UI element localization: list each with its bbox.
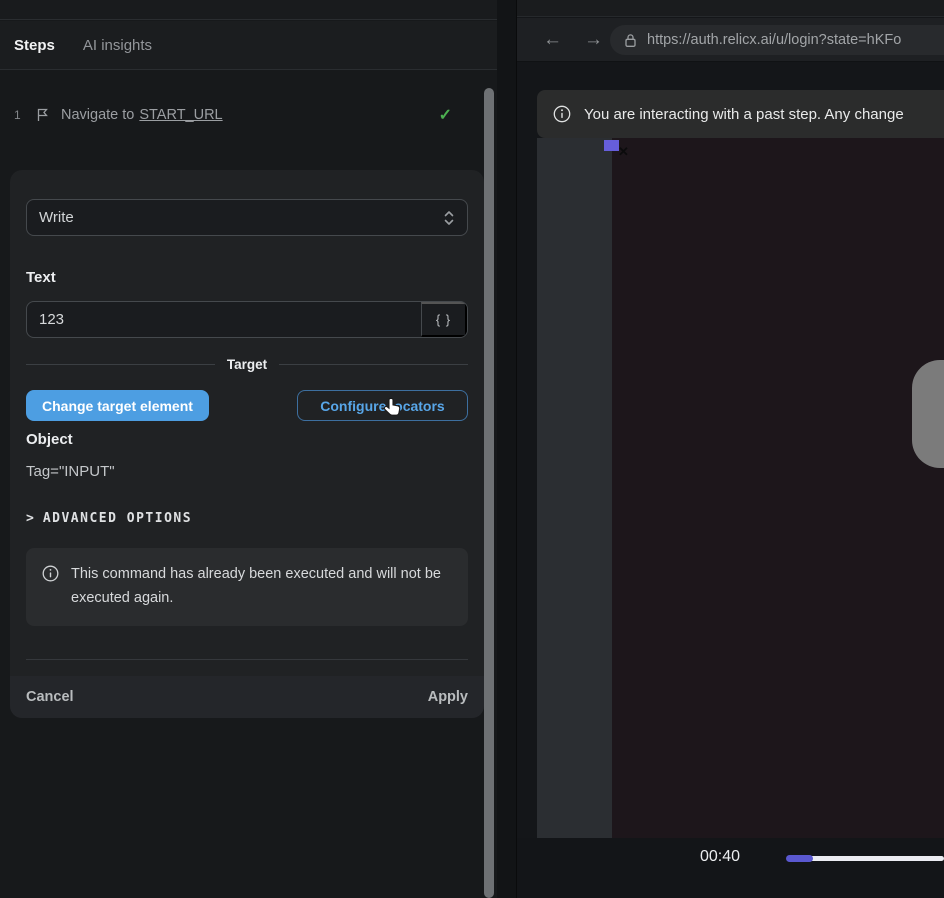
chevron-right-icon: > <box>26 511 34 526</box>
app-window: Steps AI insights 1 Navigate to START_UR… <box>0 0 944 898</box>
select-chevrons-icon <box>443 209 455 227</box>
panel-separator[interactable] <box>497 0 517 898</box>
browser-toolbar: ← → https://auth.relicx.ai/u/login?state… <box>517 18 944 62</box>
command-select-value: Write <box>39 209 74 226</box>
change-target-element-button[interactable]: Change target element <box>26 390 209 421</box>
tab-ai-insights[interactable]: AI insights <box>83 37 152 54</box>
lock-icon <box>624 33 637 48</box>
panel-top-strip <box>0 0 497 20</box>
tab-steps[interactable]: Steps <box>14 37 55 54</box>
step-start-url-link[interactable]: START_URL <box>139 107 222 123</box>
text-input-group: { } <box>26 301 468 338</box>
executed-info-banner: This command has already been executed a… <box>26 548 468 626</box>
step-description: Navigate to <box>61 107 134 123</box>
collapsed-side-handle[interactable] <box>912 360 944 468</box>
browser-replay-pane: ← → https://auth.relicx.ai/u/login?state… <box>517 0 944 898</box>
target-divider: Target <box>26 355 468 373</box>
apply-button[interactable]: Apply <box>428 689 468 705</box>
footer-divider <box>26 659 468 660</box>
replay-highlight-badge <box>604 140 619 151</box>
url-text: https://auth.relicx.ai/u/login?state=hKF… <box>647 32 901 48</box>
info-circle-icon <box>42 565 59 611</box>
target-buttons-row: Change target element Configure locators <box>26 390 468 421</box>
text-input[interactable] <box>27 302 421 337</box>
insert-variable-button[interactable]: { } <box>421 302 467 337</box>
executed-info-text: This command has already been executed a… <box>71 563 452 611</box>
replay-cursor-mark: ✕ <box>618 144 629 160</box>
address-bar[interactable]: https://auth.relicx.ai/u/login?state=hKF… <box>610 25 944 55</box>
past-step-notice: You are interacting with a past step. An… <box>537 90 944 138</box>
replay-letterbox-strip <box>537 138 612 838</box>
browser-top-strip <box>517 0 944 17</box>
info-circle-icon <box>553 105 571 123</box>
divider-line <box>26 364 215 365</box>
step-number: 1 <box>14 108 30 122</box>
panel-tabbar: Steps AI insights <box>0 21 497 70</box>
object-tag-value: Tag="INPUT" <box>26 463 115 480</box>
past-step-notice-text: You are interacting with a past step. An… <box>584 106 904 123</box>
cancel-button[interactable]: Cancel <box>26 689 74 705</box>
step-success-check-icon: ✓ <box>439 105 452 125</box>
step-row-1[interactable]: 1 Navigate to START_URL ✓ <box>0 100 480 130</box>
replay-player-bar: 00:40 <box>517 838 944 898</box>
configure-locators-button[interactable]: Configure locators <box>297 390 468 421</box>
playback-progress-elapsed <box>786 855 813 862</box>
divider-line <box>279 364 468 365</box>
text-field-label: Text <box>26 269 56 286</box>
editor-footer: Cancel Apply <box>10 676 484 718</box>
replay-screenshot-area[interactable] <box>612 138 944 838</box>
flag-icon <box>36 108 49 122</box>
playback-time: 00:40 <box>700 848 740 866</box>
advanced-options-label: ADVANCED OPTIONS <box>43 511 192 526</box>
browser-back-button[interactable]: ← <box>543 30 562 49</box>
advanced-options-toggle[interactable]: > ADVANCED OPTIONS <box>26 511 192 526</box>
steps-panel: Steps AI insights 1 Navigate to START_UR… <box>0 0 497 898</box>
object-label: Object <box>26 431 73 448</box>
step-editor-card: Write Text { } Target Change target elem… <box>10 170 484 718</box>
playback-progress-bar[interactable] <box>787 856 944 861</box>
browser-forward-button[interactable]: → <box>584 30 603 49</box>
steps-scrollbar[interactable] <box>484 88 494 898</box>
command-select[interactable]: Write <box>26 199 468 236</box>
target-section-label: Target <box>227 357 267 372</box>
